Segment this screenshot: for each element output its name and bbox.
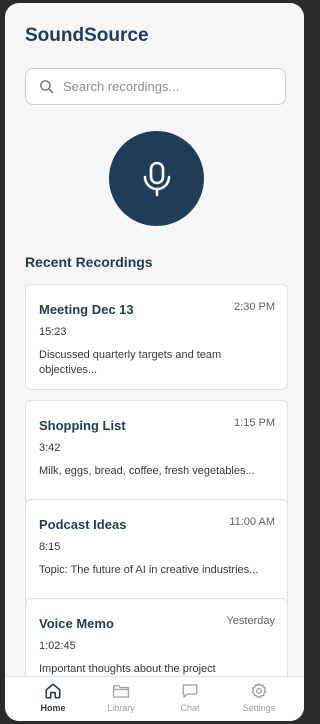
recording-title: Meeting Dec 13 [39,302,134,317]
nav-label: Home [40,703,66,713]
recording-card[interactable]: Shopping List 1:15 PM 3:42 Milk, eggs, b… [25,400,288,506]
recording-title: Voice Memo [39,616,114,631]
recording-card[interactable]: Voice Memo Yesterday 1:02:45 Important t… [25,598,288,680]
recording-duration: 8:15 [39,541,61,553]
recording-time: 1:15 PM [234,417,275,429]
recording-card[interactable]: Podcast Ideas 11:00 AM 8:15 Topic: The f… [25,499,288,605]
nav-item-settings[interactable]: Settings [229,682,289,718]
recent-recordings-heading: Recent Recordings [25,254,153,270]
recording-title: Podcast Ideas [39,517,127,532]
bottom-navigation: Home Library Chat Settings [5,676,304,721]
search-input[interactable] [63,69,273,104]
recording-description: Milk, eggs, bread, coffee, fresh vegetab… [39,465,255,477]
recording-card[interactable]: Meeting Dec 13 2:30 PM 15:23 Discussed q… [25,284,288,390]
recording-duration: 1:02:45 [39,640,76,652]
recording-description: Topic: The future of AI in creative indu… [39,564,259,576]
recording-time: 11:00 AM [229,516,275,528]
microphone-icon [143,161,170,196]
app-screen: SoundSource Recent Recordings Meeting De… [5,3,304,721]
search-box[interactable] [25,68,286,105]
nav-item-chat[interactable]: Chat [160,682,220,718]
recording-duration: 15:23 [39,326,67,338]
recording-duration: 3:42 [39,442,61,454]
folder-icon [112,685,130,698]
nav-label: Chat [180,703,200,713]
recordings-list[interactable]: Meeting Dec 13 2:30 PM 15:23 Discussed q… [25,284,288,680]
chat-icon [182,684,198,698]
search-icon [40,80,54,94]
record-button[interactable] [109,131,204,226]
nav-label: Settings [242,703,276,713]
recording-time: Yesterday [226,615,275,627]
nav-label: Library [107,703,135,713]
nav-item-library[interactable]: Library [91,682,151,718]
recording-title: Shopping List [39,418,126,433]
recording-time: 2:30 PM [234,301,275,313]
gear-icon [251,683,267,699]
app-title: SoundSource [25,25,149,46]
recording-description: Discussed quarterly targets and team obj… [39,349,222,376]
home-icon [45,683,61,699]
nav-item-home[interactable]: Home [23,682,83,718]
